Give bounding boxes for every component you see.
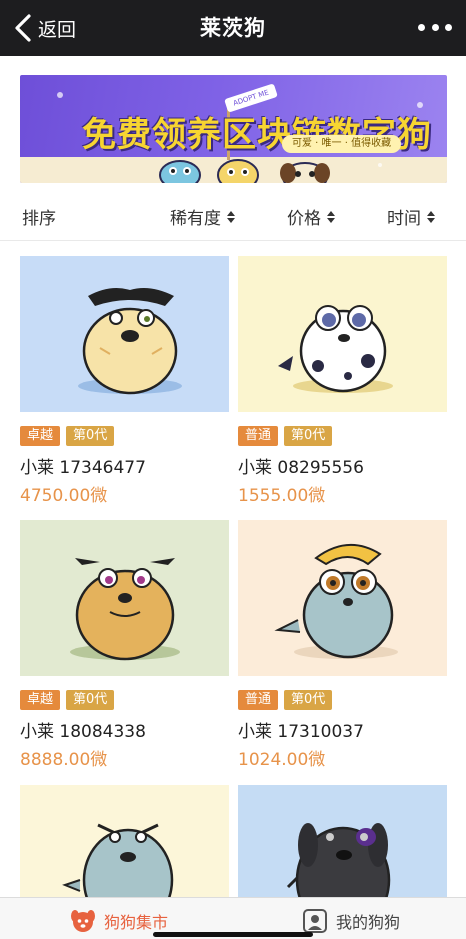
dog-image bbox=[238, 785, 447, 897]
sort-label: 排序 bbox=[22, 204, 56, 229]
page-title: 莱茨狗 bbox=[200, 16, 266, 40]
tab-market[interactable]: 狗狗集市 bbox=[70, 908, 168, 934]
navigation-bar: 返回 莱茨狗 bbox=[0, 0, 466, 56]
promo-banner[interactable]: ADOPT ME 免费领养区块链数字狗 可爱 · 唯一 · 值得收藏 bbox=[20, 75, 447, 183]
dog-card[interactable]: 卓越 第0代 小莱 17346477 4750.00微 bbox=[20, 256, 229, 506]
dog-price: 1024.00微 bbox=[238, 750, 326, 770]
generation-badge: 第0代 bbox=[284, 426, 333, 446]
dog-image bbox=[20, 256, 229, 412]
dog-name: 小莱 08295556 bbox=[238, 458, 364, 478]
rarity-badge: 普通 bbox=[238, 690, 279, 710]
sort-time[interactable]: 时间 bbox=[387, 204, 436, 229]
dog-card[interactable]: 卓越 第0代 小莱 18084338 8888.00微 bbox=[20, 520, 229, 770]
dog-name: 小莱 17310037 bbox=[238, 722, 364, 742]
dog-card[interactable] bbox=[238, 785, 447, 897]
dog-card[interactable] bbox=[20, 785, 229, 897]
sort-rarity[interactable]: 稀有度 bbox=[170, 204, 236, 229]
dog-price: 4750.00微 bbox=[20, 486, 108, 506]
dog-price: 1555.00微 bbox=[238, 486, 326, 506]
sort-bar: 排序 稀有度 价格 时间 bbox=[0, 190, 466, 241]
dog-face-icon bbox=[71, 910, 95, 932]
more-icon[interactable] bbox=[418, 16, 452, 38]
rarity-badge: 普通 bbox=[238, 426, 279, 446]
dog-name: 小莱 17346477 bbox=[20, 458, 146, 478]
dog-price: 8888.00微 bbox=[20, 750, 108, 770]
generation-badge: 第0代 bbox=[284, 690, 333, 710]
sort-arrows-icon bbox=[427, 210, 435, 223]
sort-arrows-icon bbox=[227, 210, 235, 223]
banner-tags: 可爱 · 唯一 · 值得收藏 bbox=[282, 135, 402, 153]
sort-rarity-label: 稀有度 bbox=[170, 209, 221, 229]
generation-badge: 第0代 bbox=[66, 426, 115, 446]
sort-arrows-icon bbox=[327, 210, 335, 223]
sort-price[interactable]: 价格 bbox=[287, 204, 336, 229]
dog-badges: 卓越 第0代 bbox=[20, 426, 115, 446]
sort-price-label: 价格 bbox=[287, 209, 321, 229]
dog-badges: 普通 第0代 bbox=[238, 426, 333, 446]
rarity-badge: 卓越 bbox=[20, 690, 61, 710]
dog-card[interactable]: 普通 第0代 小莱 17310037 1024.00微 bbox=[238, 520, 447, 770]
sort-time-label: 时间 bbox=[387, 209, 421, 229]
dog-image bbox=[238, 520, 447, 676]
dog-image bbox=[20, 785, 229, 897]
dog-name: 小莱 18084338 bbox=[20, 722, 146, 742]
home-indicator bbox=[153, 932, 313, 937]
rarity-badge: 卓越 bbox=[20, 426, 61, 446]
sort-label-text: 排序 bbox=[22, 209, 56, 229]
tab-market-label: 狗狗集市 bbox=[104, 913, 169, 932]
dog-image bbox=[20, 520, 229, 676]
tab-mine[interactable]: 我的狗狗 bbox=[302, 908, 400, 934]
generation-badge: 第0代 bbox=[66, 690, 115, 710]
tab-mine-label: 我的狗狗 bbox=[336, 913, 401, 932]
profile-icon bbox=[303, 909, 327, 933]
dog-card[interactable]: 普通 第0代 小莱 08295556 1555.00微 bbox=[238, 256, 447, 506]
dog-badges: 普通 第0代 bbox=[238, 690, 333, 710]
dog-image bbox=[238, 256, 447, 412]
dog-badges: 卓越 第0代 bbox=[20, 690, 115, 710]
